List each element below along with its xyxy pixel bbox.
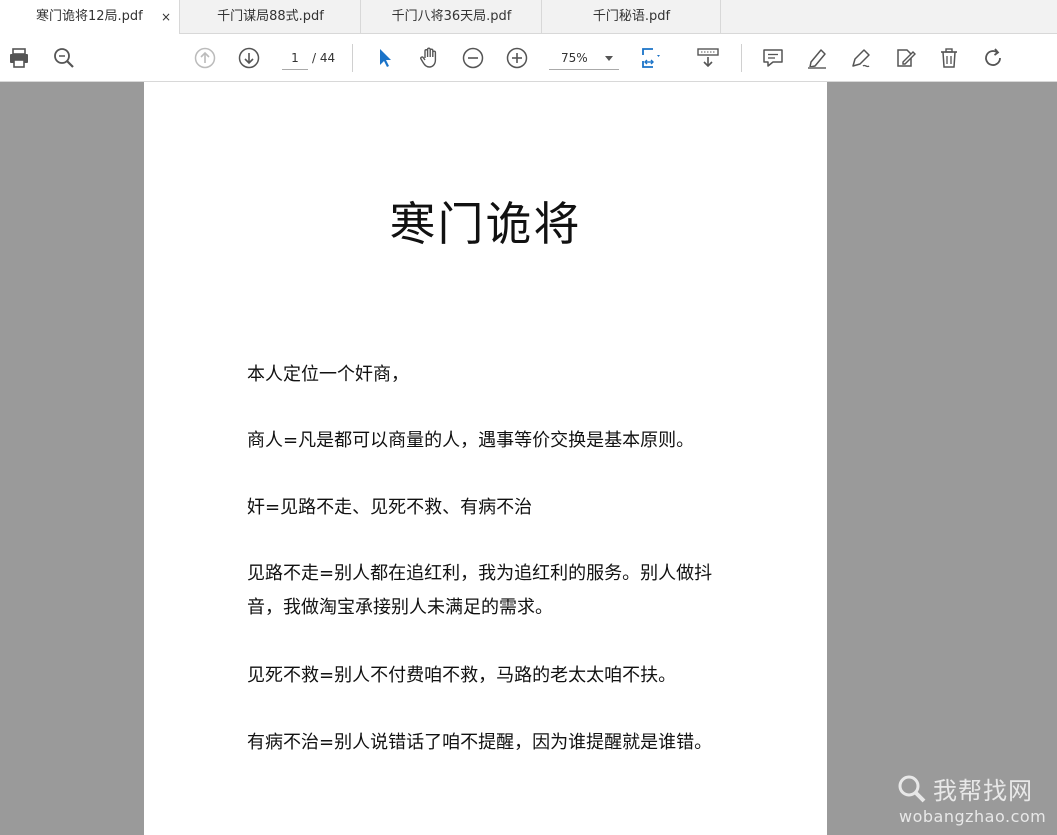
page-number-input[interactable]: 1 [282,46,308,70]
document-title: 寒门诡将 [389,197,582,251]
rotate-icon[interactable] [979,44,1007,72]
separator [352,44,353,72]
separator [741,44,742,72]
paragraph: 商人=凡是都可以商量的人，遇事等价交换是基本原则。 [247,430,695,451]
paragraph: 见死不救=别人不付费咱不救，马路的老太太咱不扶。 [247,665,677,686]
tab-label: 千门秘语.pdf [592,9,671,24]
zoom-level-select[interactable]: 75% [549,46,619,70]
paragraph: 见路不走=别人都在追红利，我为追红利的服务。别人做抖音，我做淘宝承接别人未满足的… [247,563,713,618]
document-viewer[interactable]: 寒门诡将 本人定位一个奸商， 商人=凡是都可以商量的人，遇事等价交换是基本原则。… [0,82,1057,835]
tab-qianmen-miyu[interactable]: 千门秘语.pdf [543,0,721,34]
highlight-pen-icon[interactable] [803,44,831,72]
zoom-level-value: 75% [561,51,588,65]
trash-icon[interactable] [935,44,963,72]
paragraph: 奸=见路不走、见死不救、有病不治 [247,497,533,518]
hand-tool-icon[interactable] [415,44,443,72]
tab-label: 千门谋局88式.pdf [217,9,324,24]
next-page-icon[interactable] [235,44,263,72]
watermark-url: wobangzhao.com [899,807,1047,826]
download-icon[interactable] [694,44,722,72]
zoom-in-icon[interactable] [503,44,531,72]
tab-qianmen-mouju[interactable]: 千门谋局88式.pdf [181,0,361,34]
watermark-search-icon [898,775,926,802]
edit-document-icon[interactable] [891,44,919,72]
zoom-out-icon[interactable] [459,44,487,72]
zoom-search-icon[interactable] [50,44,78,72]
fit-page-icon[interactable] [637,44,665,72]
draw-pen-icon[interactable] [847,44,875,72]
tab-label: 千门八将36天局.pdf [391,9,512,24]
previous-page-icon[interactable] [191,44,219,72]
comment-icon[interactable] [759,44,787,72]
tab-hanmen[interactable]: 寒门诡将12局.pdf × [0,0,180,35]
print-icon[interactable] [5,44,33,72]
tab-label: 寒门诡将12局.pdf [36,9,143,24]
toolbar: 1 / 44 75% [0,34,1057,82]
watermark: 我帮找网 wobangzhao.com [897,771,1049,833]
paragraph: 本人定位一个奸商， [247,364,409,385]
pdf-page: 寒门诡将 本人定位一个奸商， 商人=凡是都可以商量的人，遇事等价交换是基本原则。… [144,82,827,835]
watermark-title: 我帮找网 [933,777,1033,805]
page-total: / 44 [312,51,336,65]
close-tab-icon[interactable]: × [161,0,171,34]
tab-qianmen-bajiang[interactable]: 千门八将36天局.pdf [362,0,542,34]
paragraph: 有病不治=别人说错话了咱不提醒，因为谁提醒就是谁错。 [247,732,713,753]
tab-bar: 寒门诡将12局.pdf × 千门谋局88式.pdf 千门八将36天局.pdf 千… [0,0,1057,35]
select-cursor-icon[interactable] [371,44,399,72]
chevron-down-icon [605,56,613,61]
